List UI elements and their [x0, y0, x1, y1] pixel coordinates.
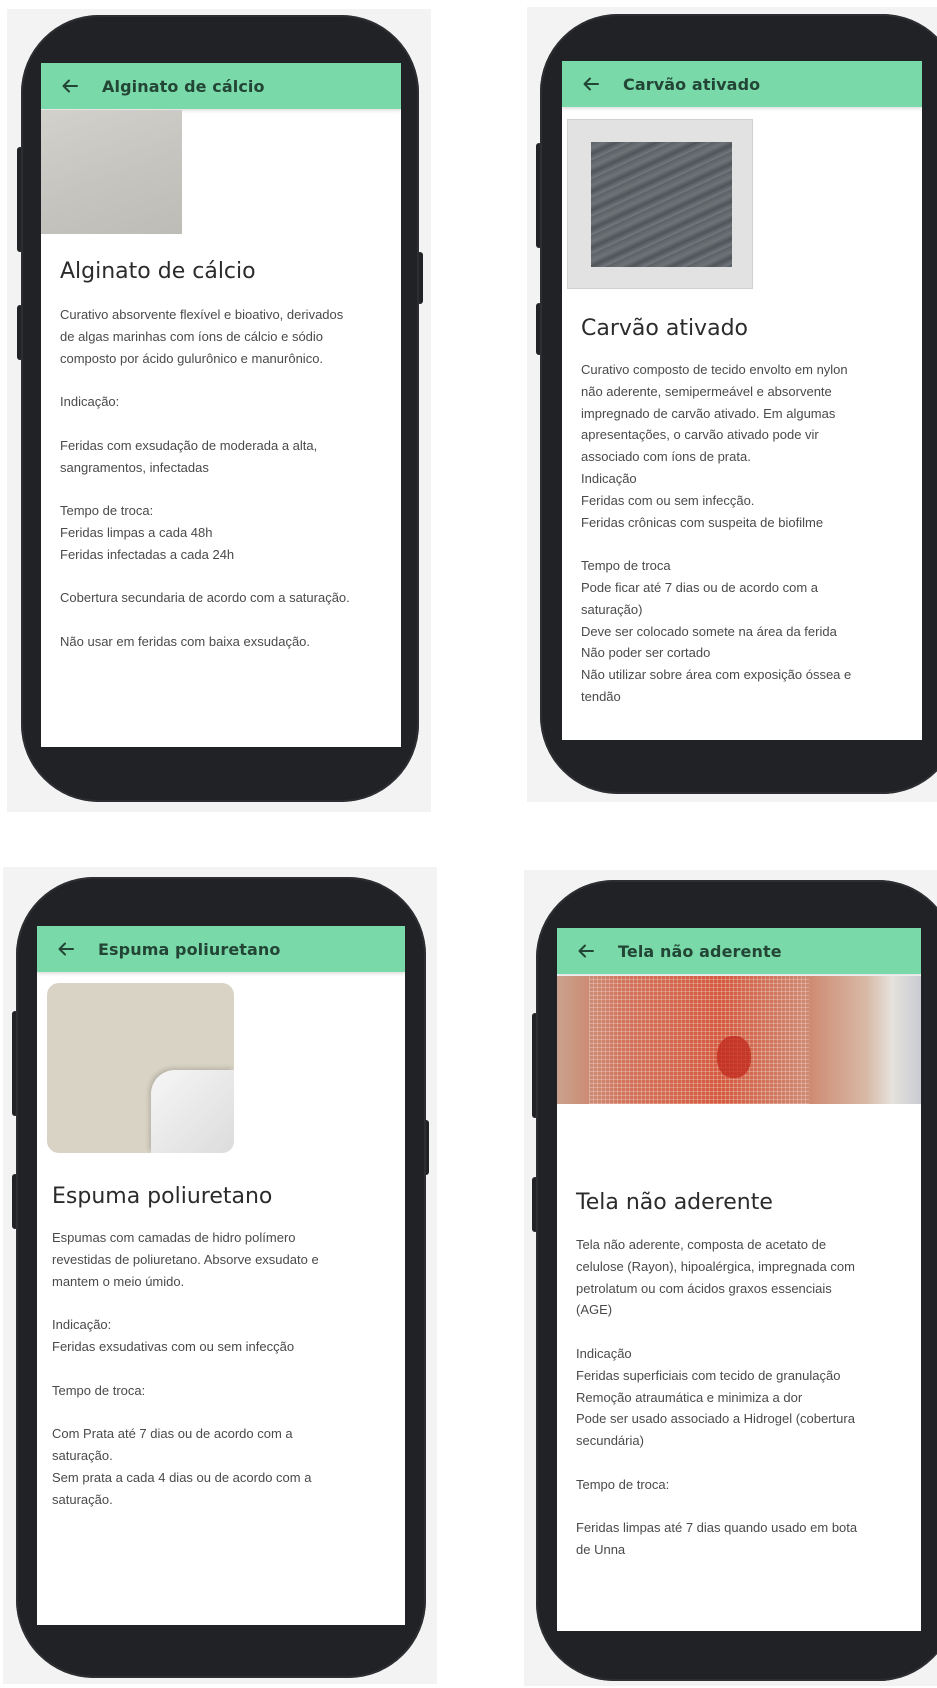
- text-line: Indicação:: [52, 1317, 112, 1333]
- text-line: Indicação: [576, 1345, 632, 1361]
- phone-screen-1: Alginato de cálcio Alginato de cálcio Cu…: [41, 63, 401, 747]
- text-line: Tela não aderente, composta de acetato d…: [576, 1237, 827, 1252]
- text-line: (AGE): [576, 1302, 613, 1318]
- non-adherent-mesh-image: [557, 976, 921, 1104]
- text-line: composto por ácido gulurônico e manurôni…: [60, 350, 324, 366]
- mesh-overlay: [589, 976, 809, 1104]
- app-bar: Tela não aderente: [557, 928, 921, 974]
- text-line: Sem prata a cada 4 dias ou de acordo com…: [52, 1469, 312, 1485]
- text-line: Feridas exsudativas com ou sem infecção: [52, 1338, 295, 1354]
- text-line: Feridas limpas a cada 48h: [60, 524, 213, 540]
- text-line: Tempo de troca:: [60, 503, 154, 519]
- activated-charcoal-dressing-image: [567, 119, 753, 289]
- text-line: Espumas com camadas de hidro polímero: [52, 1230, 296, 1245]
- text-line: associado com íons de prata.: [581, 449, 751, 465]
- text-line: Feridas infectadas a cada 24h: [60, 546, 235, 562]
- description-text: Espumas com camadas de hidro polímero re…: [52, 1227, 392, 1510]
- text-line: mantem o meio úmido.: [52, 1273, 185, 1289]
- text-line: petrolatum ou com ácidos graxos essencia…: [576, 1280, 832, 1296]
- phone-screen-3: Espuma poliuretano Espuma poliuretano Es…: [37, 926, 405, 1625]
- text-line: Tempo de troca: [581, 558, 671, 574]
- page-title: Carvão ativado: [581, 316, 748, 341]
- gray-dressing-image: [41, 110, 182, 234]
- text-line: [60, 609, 390, 631]
- text-line: de Unna: [576, 1542, 626, 1558]
- text-line: tendão: [581, 688, 621, 704]
- text-line: secundária): [576, 1433, 644, 1449]
- text-line: Tempo de troca:: [52, 1382, 146, 1398]
- text-line: [52, 1292, 392, 1314]
- text-line: saturação.: [52, 1447, 113, 1463]
- text-line: celulose (Rayon), hipoalérgica, impregna…: [576, 1258, 855, 1274]
- text-line: Pode ficar até 7 dias ou de acordo com a: [581, 579, 819, 595]
- page-title: Espuma poliuretano: [52, 1184, 273, 1209]
- text-line: Com Prata até 7 dias ou de acordo com a: [52, 1426, 293, 1442]
- text-line: [52, 1401, 392, 1423]
- foam-dressing-image: [47, 983, 234, 1153]
- text-line: [576, 1496, 912, 1518]
- text-line: saturação): [581, 601, 643, 617]
- app-bar-title: Alginato de cálcio: [102, 76, 265, 96]
- text-line: Não utilizar sobre área com exposição ós…: [581, 667, 852, 683]
- arrow-left-icon[interactable]: [57, 940, 75, 958]
- description-text: Curativo absorvente flexível e bioativo,…: [60, 304, 390, 653]
- text-line: [60, 478, 390, 500]
- description-text: Tela não aderente, composta de acetato d…: [576, 1234, 912, 1561]
- text-line: Remoção atraumática e minimiza a dor: [576, 1389, 803, 1405]
- text-line: [60, 566, 390, 588]
- text-line: [581, 533, 911, 555]
- text-line: apresentações, o carvão ativado pode vir: [581, 427, 819, 443]
- text-line: Tempo de troca:: [576, 1476, 670, 1492]
- charcoal-pad: [591, 142, 732, 267]
- text-line: Indicação:: [60, 394, 120, 410]
- arrow-left-icon[interactable]: [582, 75, 600, 93]
- app-bar: Espuma poliuretano: [37, 926, 405, 972]
- app-bar-title: Tela não aderente: [618, 941, 782, 961]
- arrow-left-icon[interactable]: [577, 942, 595, 960]
- text-line: sangramentos, infectadas: [60, 459, 209, 475]
- text-line: [60, 413, 390, 435]
- text-line: Feridas superficiais com tecido de granu…: [576, 1367, 841, 1383]
- text-line: não aderente, semipermeável e absorvente: [581, 383, 832, 399]
- text-line: de algas marinhas com íons de cálcio e s…: [60, 328, 324, 344]
- text-line: [52, 1358, 392, 1380]
- text-line: Não usar em feridas com baixa exsudação.: [60, 633, 311, 649]
- app-bar-title: Espuma poliuretano: [98, 939, 281, 959]
- text-line: Feridas com ou sem infecção.: [581, 492, 755, 508]
- app-bar: Alginato de cálcio: [41, 63, 401, 109]
- text-line: Feridas crônicas com suspeita de biofilm…: [581, 514, 824, 530]
- text-line: Curativo composto de tecido envolto em n…: [581, 362, 848, 377]
- foam-pad-corner-liner: [151, 1070, 234, 1153]
- text-line: [576, 1321, 912, 1343]
- wound-spot: [717, 1036, 751, 1078]
- text-line: Feridas limpas até 7 dias quando usado e…: [576, 1520, 858, 1536]
- phone-screen-2: Carvão ativado Carvão ativado Curativo c…: [562, 61, 922, 740]
- app-bar-title: Carvão ativado: [623, 74, 761, 94]
- description-text: Curativo composto de tecido envolto em n…: [581, 359, 911, 708]
- text-line: Curativo absorvente flexível e bioativo,…: [60, 307, 344, 322]
- text-line: Deve ser colocado somete na área da feri…: [581, 623, 837, 639]
- text-line: revestidas de poliuretano. Absorve exsud…: [52, 1251, 319, 1267]
- text-line: Pode ser usado associado a Hidrogel (cob…: [576, 1411, 855, 1427]
- text-line: [576, 1452, 912, 1474]
- text-line: Cobertura secundaria de acordo com a sat…: [60, 590, 350, 606]
- phone-screen-4: Tela não aderente Tela não aderente Tela…: [557, 928, 921, 1631]
- arrow-left-icon[interactable]: [61, 77, 79, 95]
- text-line: Indicação: [581, 470, 637, 486]
- text-line: [60, 369, 390, 391]
- app-bar: Carvão ativado: [562, 61, 922, 107]
- text-line: Feridas com exsudação de moderada a alta…: [60, 437, 318, 453]
- text-line: impregnado de carvão ativado. Em algumas: [581, 405, 836, 421]
- text-line: saturação.: [52, 1491, 113, 1507]
- text-line: Não poder ser cortado: [581, 645, 711, 661]
- page-title: Alginato de cálcio: [60, 259, 256, 284]
- page-title: Tela não aderente: [576, 1190, 773, 1215]
